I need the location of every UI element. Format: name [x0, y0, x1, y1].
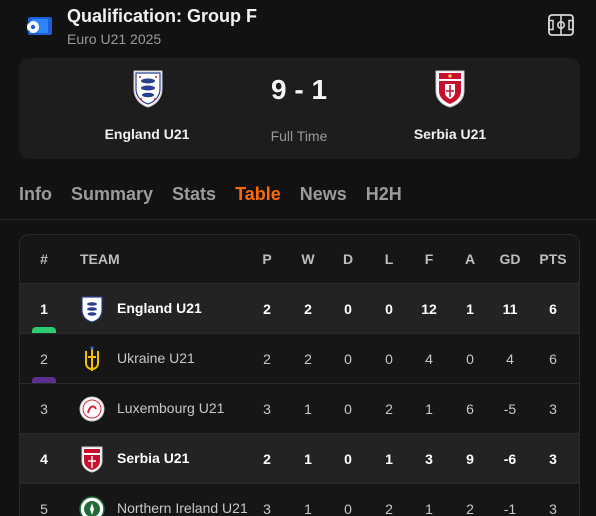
row-draws: 0	[344, 500, 352, 516]
match-tabs: Info Summary Stats Table News H2H	[19, 184, 402, 208]
row-goal-difference: -5	[503, 400, 517, 417]
table-row[interactable]: 5 Northern Ireland U21 3 1 0 2 1 2 -1 3	[20, 483, 579, 516]
row-rank: 5	[40, 500, 48, 516]
table-row[interactable]: 1 England U21 2 2 0 0 12 1 11 6	[20, 283, 579, 334]
row-crest	[78, 434, 106, 483]
tabs-divider	[0, 219, 596, 220]
row-points: 3	[549, 400, 557, 417]
row-crest	[78, 384, 106, 433]
england-crest-icon[interactable]	[131, 69, 165, 109]
northern-ireland-crest-icon	[79, 495, 105, 516]
header-rank: #	[40, 251, 48, 267]
row-team-name[interactable]: England U21	[117, 284, 267, 333]
away-team-name[interactable]: Serbia U21	[370, 126, 530, 142]
pitch-icon[interactable]	[548, 14, 574, 36]
header-goals-for: F	[424, 251, 434, 267]
row-goals-against: 2	[466, 500, 474, 516]
row-wins: 1	[304, 500, 312, 516]
row-goal-difference: 4	[506, 350, 514, 367]
euro-u21-logo-icon	[26, 17, 52, 35]
row-goal-difference: 11	[502, 300, 518, 317]
score-card: England U21 9 - 1 Full Time Serbia U21	[19, 58, 580, 159]
row-crest	[78, 484, 106, 516]
table-row[interactable]: 4 Serbia U21 2 1 0 1 3 9 -6 3	[20, 433, 579, 483]
row-goals-for: 1	[425, 500, 433, 516]
page-title: Qualification: Group F	[67, 6, 257, 26]
match-score: 9 - 1	[270, 74, 328, 105]
row-goals-against: 9	[466, 450, 474, 467]
competition-subtitle: Euro U21 2025	[67, 31, 162, 47]
header-goal-difference: GD	[499, 251, 521, 267]
ukraine-crest-icon	[85, 346, 99, 371]
row-crest	[78, 284, 106, 333]
england-crest-icon	[81, 295, 103, 323]
row-played: 2	[263, 300, 271, 317]
table-row[interactable]: 3 Luxembourg U21 3 1 0 2 1 6 -5 3	[20, 383, 579, 433]
row-goals-against: 6	[466, 400, 474, 417]
table-row[interactable]: 2 Ukraine U21 2 2 0 0 4 0 4 6	[20, 333, 579, 384]
row-played: 2	[263, 350, 271, 367]
row-wins: 1	[304, 400, 312, 417]
header-goals-against: A	[464, 251, 476, 267]
row-draws: 0	[344, 350, 352, 367]
tab-table[interactable]: Table	[235, 184, 281, 208]
row-rank: 3	[40, 400, 48, 417]
match-header: Qualification: Group F Euro U21 2025	[0, 0, 596, 56]
tab-stats[interactable]: Stats	[172, 184, 216, 208]
row-losses: 0	[385, 350, 393, 367]
row-team-name[interactable]: Serbia U21	[117, 434, 267, 483]
row-rank: 4	[40, 450, 48, 467]
row-wins: 1	[304, 450, 312, 467]
serbia-crest-icon	[81, 446, 103, 473]
row-played: 3	[263, 400, 271, 417]
row-points: 6	[549, 300, 557, 317]
row-draws: 0	[344, 400, 352, 417]
header-played: P	[262, 251, 272, 267]
row-losses: 1	[385, 450, 393, 467]
row-rank: 2	[40, 350, 48, 367]
row-team-name[interactable]: Northern Ireland U21	[117, 484, 267, 516]
row-points: 3	[549, 450, 557, 467]
row-goals-for: 4	[425, 350, 433, 367]
header-wins: W	[301, 251, 315, 267]
row-played: 2	[263, 450, 271, 467]
row-draws: 0	[344, 450, 352, 467]
row-goals-for: 12	[421, 300, 437, 317]
row-losses: 0	[385, 300, 393, 317]
row-losses: 2	[385, 500, 393, 516]
row-crest	[78, 334, 106, 383]
row-wins: 2	[304, 300, 312, 317]
standings-table: # TEAM P W D L F A GD PTS 1 England U21 2 2…	[19, 234, 580, 516]
header-points: PTS	[539, 251, 567, 267]
luxembourg-crest-icon	[79, 396, 105, 421]
row-goal-difference: -6	[503, 450, 517, 467]
row-team-name[interactable]: Luxembourg U21	[117, 384, 267, 433]
row-points: 3	[549, 500, 557, 516]
tab-news[interactable]: News	[300, 184, 347, 208]
header-losses: L	[384, 251, 394, 267]
row-goal-difference: -1	[503, 500, 517, 516]
row-goals-against: 1	[466, 300, 474, 317]
match-status: Full Time	[270, 128, 328, 144]
row-points: 6	[549, 350, 557, 367]
row-goals-for: 1	[425, 400, 433, 417]
row-goals-against: 0	[466, 350, 474, 367]
row-draws: 0	[344, 300, 352, 317]
tab-summary[interactable]: Summary	[71, 184, 153, 208]
row-wins: 2	[304, 350, 312, 367]
row-played: 3	[263, 500, 271, 516]
header-team: TEAM	[80, 250, 120, 267]
row-team-name[interactable]: Ukraine U21	[117, 334, 267, 383]
serbia-crest-icon[interactable]	[433, 69, 467, 109]
tab-h2h[interactable]: H2H	[366, 184, 402, 208]
row-losses: 2	[385, 400, 393, 417]
row-goals-for: 3	[425, 450, 433, 467]
row-rank: 1	[40, 300, 48, 317]
table-header-row: # TEAM P W D L F A GD PTS	[20, 235, 579, 283]
tab-info[interactable]: Info	[19, 184, 52, 208]
header-draws: D	[342, 251, 354, 267]
